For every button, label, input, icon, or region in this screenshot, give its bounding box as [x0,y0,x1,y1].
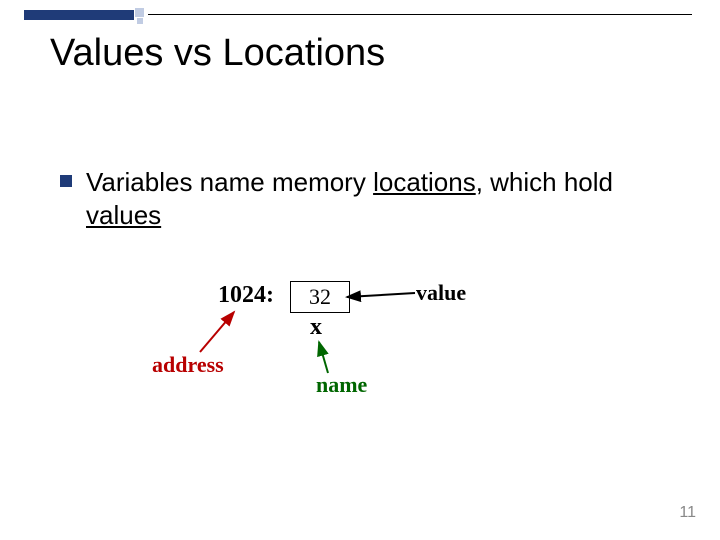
accent-square-icon [135,8,144,17]
variable-name: x [310,314,322,341]
accent-square-icon [137,18,143,24]
arrows-svg [0,0,720,540]
value-label: value [416,280,466,306]
arrow-name-to-var [319,342,328,373]
page-title: Values vs Locations [50,32,385,75]
bullet-part-pre: Variables name memory [86,167,373,197]
bullet-part-mid: , which hold [476,167,613,197]
bullet-part-underline-values: values [86,200,161,230]
arrow-value-to-box [347,293,415,297]
accent-rule [148,14,692,15]
memory-box: 32 [290,281,350,313]
name-label: name [316,372,367,398]
arrow-address-to-addr [200,312,234,352]
bullet-icon [60,175,72,187]
bullet-part-underline-locations: locations [373,167,476,197]
bullet-text: Variables name memory locations, which h… [86,166,666,231]
page-number: 11 [679,504,696,522]
address-value-label: 1024: [218,282,274,309]
accent-bar [24,10,134,20]
address-label: address [152,352,224,378]
